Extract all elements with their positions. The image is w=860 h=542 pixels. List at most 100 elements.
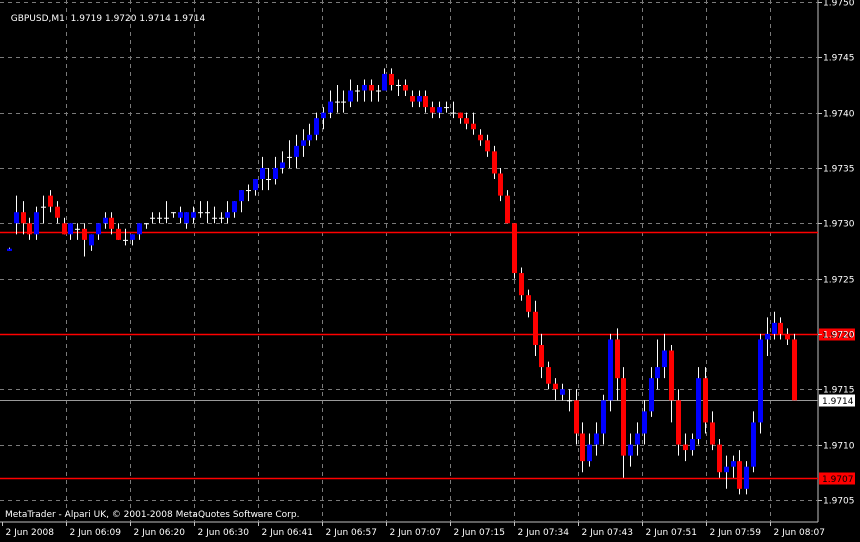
candle-body (123, 239, 128, 241)
y-tick-label: 1.9710 (823, 442, 855, 452)
candle-body (772, 322, 777, 334)
candle-body (615, 339, 620, 379)
candle-body (164, 217, 169, 219)
candle-body (724, 466, 729, 473)
candle-body (785, 333, 790, 340)
price-axis: 1.9750 1.9745 1.9740 1.9735 1.9730 1.9725 1.97… (818, 0, 855, 507)
ohlc-values: 1.9719 1.9720 1.9714 1.9714 (70, 14, 206, 24)
x-tick-label: 2 Jun 07:34 (518, 528, 570, 538)
candle-body (314, 118, 319, 135)
candle-body (608, 339, 613, 401)
candle-body (567, 400, 572, 402)
candle-body (232, 201, 237, 213)
candle-body (205, 212, 210, 214)
candle-body (96, 223, 101, 235)
candle-body (505, 195, 510, 224)
x-tick-label: 2 Jun 07:15 (454, 528, 505, 538)
candle-body (485, 140, 490, 152)
candle-body (191, 212, 196, 218)
y-tick-label: 1.9745 (823, 54, 855, 64)
candle-body (498, 173, 503, 196)
x-tick-label: 2 Jun 06:30 (198, 528, 250, 538)
candle-body (34, 212, 39, 235)
candle-body (21, 212, 26, 224)
candle-body (137, 223, 142, 235)
candle-body (89, 234, 94, 246)
candle-body (717, 444, 722, 473)
copyright-text: MetaTrader - Alpari UK, © 2001-2008 Meta… (5, 510, 300, 520)
candle-body (389, 73, 394, 85)
candle-body (184, 212, 189, 224)
candle-body (103, 217, 108, 224)
chart-info: GBPUSD,M1 1.9719 1.9720 1.9714 1.9714 (5, 4, 205, 24)
candle-body (266, 179, 271, 181)
candle-body (150, 217, 155, 219)
candle-body (621, 378, 626, 456)
x-tick-label: 2 Jun 2008 (6, 528, 55, 538)
candle-body (239, 190, 244, 202)
candle-body (601, 400, 606, 434)
candle-body (676, 400, 681, 445)
candle-body (683, 444, 688, 451)
candle-body (553, 383, 558, 390)
candle-body (410, 96, 415, 102)
y-tick-label: 1.9735 (823, 165, 855, 175)
candle-body (580, 433, 585, 462)
candle-body (519, 273, 524, 296)
level-label: 1.9707 (822, 475, 854, 485)
y-tick-label: 1.9720 (823, 331, 855, 341)
candle-body (219, 217, 224, 219)
candle-body (130, 234, 135, 240)
candle-body (737, 461, 742, 489)
candle-body (178, 212, 183, 218)
candle-body (758, 339, 763, 423)
price-grid (0, 0, 819, 523)
candle-body (198, 212, 203, 214)
candle-body (396, 84, 401, 86)
candle-body (642, 411, 647, 434)
candle-body (478, 134, 483, 141)
candle-body (144, 223, 149, 225)
candle-body (376, 90, 381, 92)
candle-body (307, 134, 312, 141)
candle-body (458, 112, 463, 119)
candle-body (539, 344, 544, 368)
candle-body (690, 439, 695, 451)
candle-body (635, 433, 640, 445)
time-axis: 2 Jun 2008 2 Jun 06:09 2 Jun 06:20 2 Jun 06… (2, 522, 825, 538)
candle-body (62, 223, 67, 235)
candle-body (294, 145, 299, 157)
candle-body (171, 212, 176, 214)
candle-body (417, 96, 422, 102)
candle-body (321, 112, 326, 119)
candle-body (225, 212, 230, 218)
candle-body (7, 248, 12, 251)
horizontal-levels: 1.9720 1.9707 1.9714 (0, 231, 855, 485)
candle-body (765, 333, 770, 340)
candle-body (512, 223, 517, 274)
candle-body (628, 444, 633, 456)
candlestick-chart: 1.97201.97071.9714 1.97501.97451.97401.9… (0, 0, 855, 538)
x-tick-label: 2 Jun 08:07 (774, 528, 825, 538)
candle-body (75, 228, 80, 230)
candle-body (82, 228, 87, 240)
candle-body (382, 73, 387, 91)
candle-body (778, 322, 783, 334)
candle-body (287, 156, 292, 158)
candle-body (423, 96, 428, 108)
candle-body (41, 206, 46, 208)
x-tick-label: 2 Jun 07:59 (710, 528, 762, 538)
candle-body (451, 112, 456, 114)
y-tick-label: 1.9715 (823, 386, 855, 396)
candle-body (362, 84, 367, 91)
x-tick-label: 2 Jun 07:51 (646, 528, 697, 538)
candle-body (355, 90, 360, 92)
candle-body (55, 206, 60, 218)
candle-body (116, 228, 121, 240)
candle-body (212, 217, 217, 219)
x-tick-label: 2 Jun 06:57 (326, 528, 377, 538)
candle-body (594, 433, 599, 445)
x-tick-label: 2 Jun 06:09 (70, 528, 122, 538)
x-tick-label: 2 Jun 07:07 (390, 528, 441, 538)
candle-body (587, 444, 592, 462)
